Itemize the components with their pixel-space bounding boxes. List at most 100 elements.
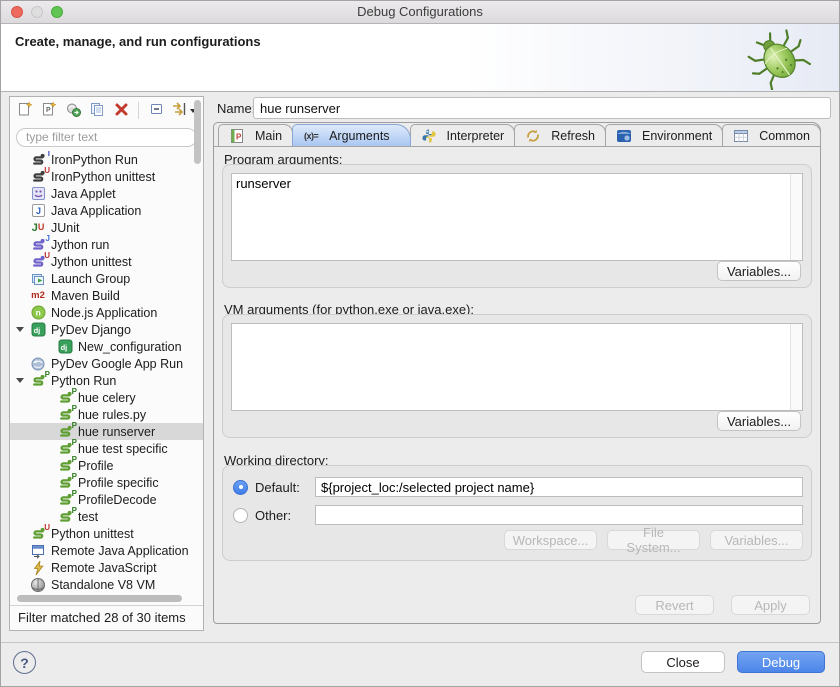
python-run-icon: P bbox=[57, 509, 73, 525]
tab-main[interactable]: PMain bbox=[218, 124, 293, 146]
configurations-sidebar: P IIronPython RunU IronPython unittestJav… bbox=[9, 96, 204, 631]
tree-item-label: hue rules.py bbox=[78, 408, 146, 422]
tree-item[interactable]: Java Applet bbox=[10, 185, 203, 202]
tab-interpreter[interactable]: Interpreter bbox=[410, 124, 516, 146]
tree-item[interactable]: djNew_configuration bbox=[10, 338, 203, 355]
tree-item[interactable]: Phue celery bbox=[10, 389, 203, 406]
tree-item-label: JUnit bbox=[51, 221, 79, 235]
minimize-window-icon[interactable] bbox=[31, 6, 43, 18]
tree-item[interactable]: nNode.js Application bbox=[10, 304, 203, 321]
help-button[interactable]: ? bbox=[13, 651, 36, 674]
tree-item[interactable]: PProfileDecode bbox=[10, 491, 203, 508]
filter-configurations-button[interactable] bbox=[170, 101, 196, 121]
workspace-button[interactable]: Workspace... bbox=[504, 530, 597, 550]
tree-item[interactable]: dj PyDev Django bbox=[10, 321, 203, 338]
vm-arguments-group: Variables... bbox=[222, 314, 812, 438]
maven-build-icon: m2 bbox=[30, 288, 46, 304]
tree-item-label: Profile specific bbox=[78, 476, 159, 490]
other-directory-input[interactable] bbox=[315, 505, 803, 525]
name-input[interactable] bbox=[253, 97, 831, 119]
new-prototype-icon: P bbox=[41, 101, 57, 120]
tree-item-label: PyDev Google App Run bbox=[51, 357, 183, 371]
ironpython-unittest-icon: U bbox=[30, 169, 46, 185]
name-label: Name: bbox=[217, 101, 255, 116]
vm-arguments-textarea[interactable] bbox=[232, 324, 802, 410]
delete-button[interactable] bbox=[111, 101, 131, 121]
collapse-all-icon bbox=[148, 101, 164, 120]
program-arguments-variables-button[interactable]: Variables... bbox=[717, 261, 801, 281]
tree-item[interactable]: Phue test specific bbox=[10, 440, 203, 457]
filter-configurations-icon bbox=[171, 101, 189, 120]
tree-item[interactable]: PyDev Google App Run bbox=[10, 355, 203, 372]
tab-common[interactable]: Common bbox=[722, 124, 821, 146]
collapse-all-button[interactable] bbox=[146, 101, 166, 121]
tree-item-label: IronPython unittest bbox=[51, 170, 155, 184]
tree-item[interactable]: JJava Application bbox=[10, 202, 203, 219]
program-arguments-textarea[interactable]: runserver bbox=[232, 174, 802, 260]
delete-icon bbox=[114, 102, 129, 120]
new-prototype-button[interactable]: P bbox=[39, 101, 59, 121]
tree-item[interactable]: m2Maven Build bbox=[10, 287, 203, 304]
filter-input[interactable] bbox=[16, 128, 197, 147]
tree-item[interactable]: U IronPython unittest bbox=[10, 168, 203, 185]
tree-item[interactable]: UPython unittest bbox=[10, 525, 203, 542]
tree-item[interactable]: Ptest bbox=[10, 508, 203, 525]
tree-item[interactable]: Remote Java Application bbox=[10, 542, 203, 559]
vertical-scrollbar-thumb[interactable] bbox=[194, 100, 201, 164]
tree-item[interactable]: PProfile bbox=[10, 457, 203, 474]
svg-text:dj: dj bbox=[60, 343, 67, 352]
tree-item[interactable]: Standalone V8 VM bbox=[10, 576, 203, 593]
expander-icon[interactable] bbox=[16, 327, 24, 332]
tree-item-label: hue celery bbox=[78, 391, 136, 405]
tree-item[interactable]: Remote JavaScript bbox=[10, 559, 203, 576]
tree-item[interactable]: Phue runserver bbox=[10, 423, 203, 440]
close-button[interactable]: Close bbox=[641, 651, 725, 673]
dialog-footer: ? Close Debug bbox=[1, 642, 839, 686]
zoom-window-icon[interactable] bbox=[51, 6, 63, 18]
tab-label: Refresh bbox=[551, 129, 595, 143]
apply-button[interactable]: Apply bbox=[731, 595, 810, 615]
tree-item[interactable]: PPython Run bbox=[10, 372, 203, 389]
debug-button[interactable]: Debug bbox=[737, 651, 825, 673]
python-run-icon: P bbox=[57, 492, 73, 508]
duplicate-button[interactable] bbox=[87, 101, 107, 121]
revert-button[interactable]: Revert bbox=[635, 595, 714, 615]
duplicate-icon bbox=[89, 101, 105, 120]
tree-item[interactable]: P Profile specific bbox=[10, 474, 203, 491]
svg-text:dj: dj bbox=[33, 326, 40, 335]
vm-arguments-variables-button[interactable]: Variables... bbox=[717, 411, 801, 431]
textarea-scrollbar[interactable] bbox=[790, 324, 802, 410]
tree-item[interactable]: Phue rules.py bbox=[10, 406, 203, 423]
file-system-button[interactable]: File System... bbox=[607, 530, 700, 550]
expander-icon[interactable] bbox=[16, 378, 24, 383]
tree-item[interactable]: JJython run bbox=[10, 236, 203, 253]
python-run-icon: P bbox=[57, 475, 73, 491]
tab-refresh[interactable]: Refresh bbox=[514, 124, 606, 146]
window-title: Debug Configurations bbox=[357, 4, 483, 19]
tab-environment[interactable]: Environment bbox=[605, 124, 723, 146]
tree-item-label: Profile bbox=[78, 459, 113, 473]
horizontal-scrollbar-thumb[interactable] bbox=[17, 595, 182, 602]
tree-item[interactable]: JU JUnit bbox=[10, 219, 203, 236]
svg-text:P: P bbox=[46, 107, 51, 114]
tree-item[interactable]: Launch Group bbox=[10, 270, 203, 287]
tree-item-label: PyDev Django bbox=[51, 323, 131, 337]
debug-configurations-dialog: Debug Configurations Create, manage, and… bbox=[0, 0, 840, 687]
tree-item-label: hue test specific bbox=[78, 442, 168, 456]
textarea-scrollbar[interactable] bbox=[790, 174, 802, 260]
tree-item[interactable]: UJython unittest bbox=[10, 253, 203, 270]
other-radio[interactable] bbox=[233, 508, 248, 523]
header-banner: Create, manage, and run configurations bbox=[1, 24, 839, 92]
variables-button[interactable]: Variables... bbox=[710, 530, 803, 550]
junit-icon: JU bbox=[30, 220, 46, 236]
tree-item[interactable]: IIronPython Run bbox=[10, 151, 203, 168]
export-configurations-icon bbox=[65, 101, 82, 121]
export-configurations-button[interactable] bbox=[63, 101, 83, 121]
close-window-icon[interactable] bbox=[11, 6, 23, 18]
tab-arguments[interactable]: (x)=Arguments bbox=[292, 124, 410, 146]
new-configuration-button[interactable] bbox=[15, 101, 35, 121]
default-directory-input[interactable] bbox=[315, 477, 803, 497]
tree-item-label: Remote JavaScript bbox=[51, 561, 157, 575]
banner-title: Create, manage, and run configurations bbox=[15, 34, 839, 49]
default-radio[interactable] bbox=[233, 480, 248, 495]
